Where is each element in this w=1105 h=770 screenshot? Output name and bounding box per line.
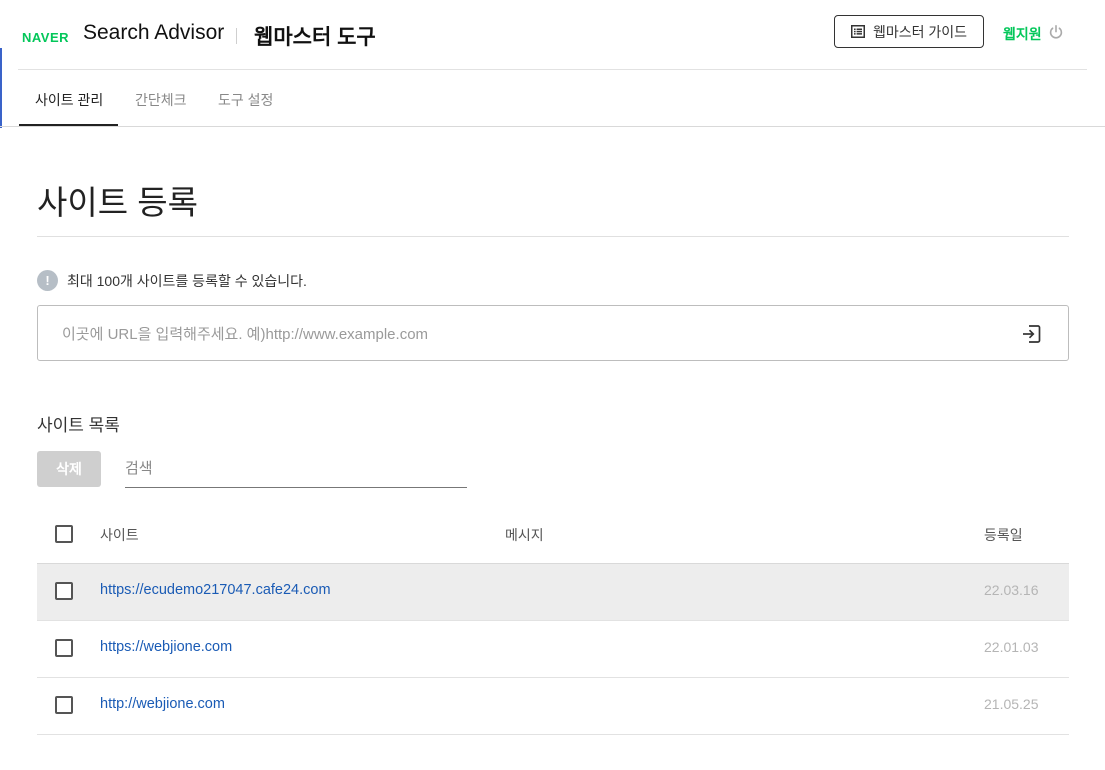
site-table: 사이트 메시지 등록일 https://ecudemo217047.cafe24… bbox=[37, 507, 1069, 735]
table-row[interactable]: http://webjione.com 21.05.25 bbox=[37, 678, 1069, 735]
guide-button-label: 웹마스터 가이드 bbox=[872, 23, 968, 40]
table-header: 사이트 메시지 등록일 bbox=[37, 507, 1069, 564]
top-header: NAVER Search Advisor 웹마스터 도구 웹마스터 가이드 웹지… bbox=[0, 0, 1105, 70]
table-row[interactable]: https://ecudemo217047.cafe24.com 22.03.1… bbox=[37, 564, 1069, 621]
page-title: 사이트 등록 bbox=[37, 184, 198, 221]
app-subtitle[interactable]: 웹마스터 도구 bbox=[254, 21, 376, 51]
tab-quick-check[interactable]: 간단체크 bbox=[135, 90, 187, 110]
webmaster-guide-button[interactable]: 웹마스터 가이드 bbox=[834, 15, 984, 48]
url-register-box bbox=[37, 305, 1069, 362]
title-divider bbox=[37, 236, 1069, 237]
product-name[interactable]: Search Advisor bbox=[83, 21, 224, 45]
info-icon: ! bbox=[37, 270, 58, 291]
column-header-date[interactable]: 등록일 bbox=[984, 525, 1023, 545]
registration-notice: ! 최대 100개 사이트를 등록할 수 있습니다. bbox=[37, 270, 307, 291]
table-row[interactable]: https://webjione.com 22.01.03 bbox=[37, 621, 1069, 678]
registered-date: 22.01.03 bbox=[984, 639, 1039, 655]
column-header-message: 메시지 bbox=[505, 527, 544, 543]
naver-logo[interactable]: NAVER bbox=[22, 30, 69, 45]
site-link[interactable]: https://webjione.com bbox=[100, 639, 232, 655]
row-checkbox[interactable] bbox=[55, 696, 73, 714]
tab-tool-settings[interactable]: 도구 설정 bbox=[218, 90, 273, 110]
logout-power-icon[interactable] bbox=[1048, 24, 1064, 40]
search-field bbox=[125, 451, 467, 488]
header-divider bbox=[236, 28, 237, 44]
document-list-icon bbox=[850, 25, 865, 38]
url-input[interactable] bbox=[60, 306, 1004, 362]
row-checkbox[interactable] bbox=[55, 582, 73, 600]
delete-button[interactable]: 삭제 bbox=[37, 451, 101, 487]
tabs-divider bbox=[0, 126, 1105, 127]
submit-enter-icon[interactable] bbox=[1020, 323, 1042, 345]
registered-date: 22.03.16 bbox=[984, 582, 1039, 598]
site-link[interactable]: http://webjione.com bbox=[100, 696, 225, 712]
header-divider-line bbox=[18, 69, 1087, 70]
site-link[interactable]: https://ecudemo217047.cafe24.com bbox=[100, 582, 331, 598]
select-all-checkbox[interactable] bbox=[55, 525, 73, 543]
user-name[interactable]: 웹지원 bbox=[1003, 24, 1042, 44]
search-input[interactable] bbox=[125, 451, 467, 485]
tab-site-management[interactable]: 사이트 관리 bbox=[35, 90, 103, 110]
row-checkbox[interactable] bbox=[55, 639, 73, 657]
site-list-title: 사이트 목록 bbox=[37, 416, 120, 435]
registered-date: 21.05.25 bbox=[984, 696, 1039, 712]
notice-text: 최대 100개 사이트를 등록할 수 있습니다. bbox=[67, 272, 307, 289]
column-header-site: 사이트 bbox=[100, 527, 139, 543]
